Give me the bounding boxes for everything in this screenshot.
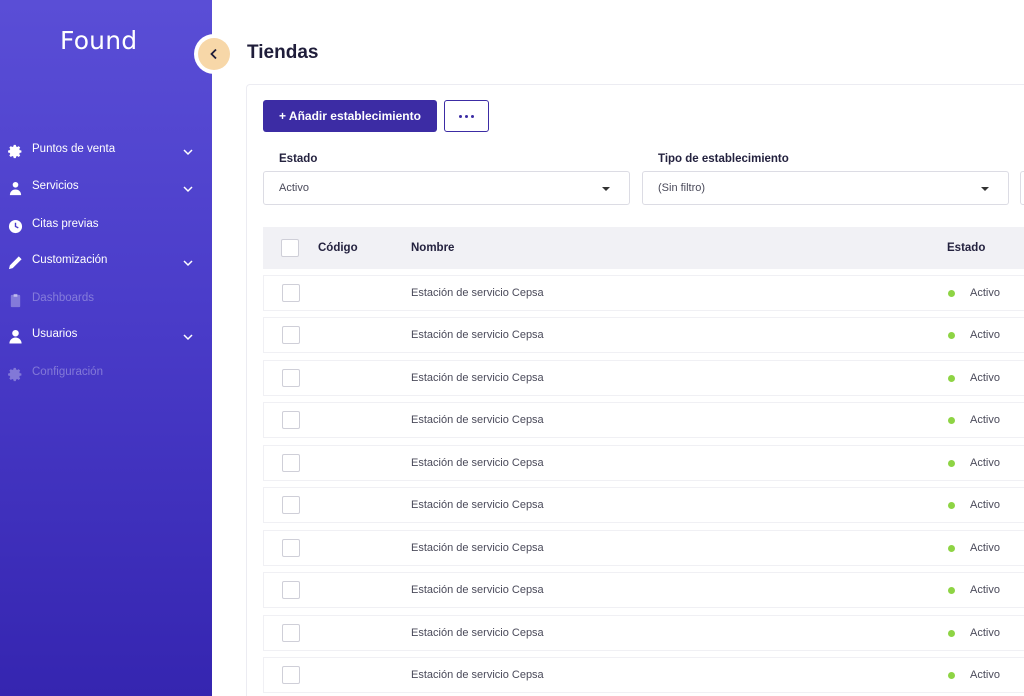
row-estado: Activo — [970, 329, 1000, 341]
person-service-icon — [7, 180, 23, 196]
sidebar-item-dashboards[interactable]: Dashboards — [0, 288, 212, 312]
table-row[interactable]: Estación de servicio Cepsa Activo — [263, 402, 1024, 438]
chevron-left-icon — [210, 48, 217, 60]
sidebar-item-label: Customización — [32, 254, 108, 266]
estado-select[interactable]: Activo — [263, 171, 630, 205]
sidebar-item-label: Puntos de venta — [32, 143, 116, 155]
row-estado: Activo — [970, 457, 1000, 469]
sidebar-item-servicios[interactable]: Servicios — [0, 176, 212, 200]
chevron-down-icon — [183, 186, 193, 193]
status-active-dot — [948, 417, 955, 424]
caret-down-icon — [981, 187, 989, 191]
row-estado: Activo — [970, 499, 1000, 511]
estado-filter-label: Estado — [279, 153, 318, 165]
row-nombre: Estación de servicio Cepsa — [411, 627, 544, 639]
row-checkbox[interactable] — [282, 454, 300, 472]
clock-icon — [7, 218, 23, 234]
row-nombre: Estación de servicio Cepsa — [411, 414, 544, 426]
row-checkbox[interactable] — [282, 284, 300, 302]
chevron-down-icon — [183, 260, 193, 267]
column-header-nombre: Nombre — [411, 242, 455, 254]
sidebar-item-customizacion[interactable]: Customización — [0, 250, 212, 274]
status-active-dot — [948, 630, 955, 637]
sidebar-item-puntos-de-venta[interactable]: Puntos de venta — [0, 139, 212, 163]
status-active-dot — [948, 332, 955, 339]
user-icon — [7, 328, 23, 344]
table-row[interactable]: Estación de servicio Cepsa Activo — [263, 530, 1024, 566]
sidebar-item-label: Usuarios — [32, 328, 78, 340]
sidebar-item-citas-previas[interactable]: Citas previas — [0, 214, 212, 238]
row-estado: Activo — [970, 287, 1000, 299]
sidebar-item-label: Citas previas — [32, 218, 99, 230]
column-header-codigo: Código — [318, 242, 358, 254]
tipo-select[interactable]: (Sin filtro) — [642, 171, 1009, 205]
more-options-button[interactable] — [444, 100, 489, 132]
row-estado: Activo — [970, 372, 1000, 384]
table-row[interactable]: Estación de servicio Cepsa Activo — [263, 572, 1024, 608]
status-active-dot — [948, 375, 955, 382]
row-nombre: Estación de servicio Cepsa — [411, 499, 544, 511]
extra-filter-select[interactable] — [1020, 171, 1024, 205]
status-active-dot — [948, 502, 955, 509]
status-active-dot — [948, 545, 955, 552]
status-active-dot — [948, 672, 955, 679]
row-nombre: Estación de servicio Cepsa — [411, 584, 544, 596]
pencil-icon — [7, 254, 23, 270]
table-header: Código Nombre Estado — [263, 227, 1024, 269]
table-row[interactable]: Estación de servicio Cepsa Activo — [263, 487, 1024, 523]
row-nombre: Estación de servicio Cepsa — [411, 287, 544, 299]
sidebar-item-configuracion[interactable]: Configuración — [0, 362, 212, 386]
row-checkbox[interactable] — [282, 369, 300, 387]
caret-down-icon — [602, 187, 610, 191]
select-all-checkbox[interactable] — [281, 239, 299, 257]
row-checkbox[interactable] — [282, 581, 300, 599]
tipo-select-value: (Sin filtro) — [658, 182, 706, 194]
sidebar-item-label: Servicios — [32, 180, 79, 192]
row-estado: Activo — [970, 627, 1000, 639]
add-establishment-button[interactable]: + Añadir establecimiento — [263, 100, 437, 132]
brand-logo: Found — [60, 26, 138, 55]
table-row[interactable]: Estación de servicio Cepsa Activo — [263, 317, 1024, 353]
sidebar-item-label: Dashboards — [32, 292, 95, 304]
row-checkbox[interactable] — [282, 326, 300, 344]
status-active-dot — [948, 290, 955, 297]
row-nombre: Estación de servicio Cepsa — [411, 669, 544, 681]
row-checkbox[interactable] — [282, 496, 300, 514]
clipboard-icon — [7, 292, 23, 308]
sidebar: Found Puntos de venta Servicios Citas pr… — [0, 0, 212, 696]
more-dots-icon — [459, 114, 462, 118]
table-row[interactable]: Estación de servicio Cepsa Activo — [263, 275, 1024, 311]
row-nombre: Estación de servicio Cepsa — [411, 329, 544, 341]
collapse-sidebar-button[interactable] — [198, 38, 230, 70]
row-checkbox[interactable] — [282, 411, 300, 429]
gear-icon — [7, 366, 23, 382]
sidebar-item-label: Configuración — [32, 366, 103, 378]
status-active-dot — [948, 587, 955, 594]
table-row[interactable]: Estación de servicio Cepsa Activo — [263, 445, 1024, 481]
column-header-estado: Estado — [947, 242, 986, 254]
row-nombre: Estación de servicio Cepsa — [411, 372, 544, 384]
row-estado: Activo — [970, 669, 1000, 681]
chevron-down-icon — [183, 149, 193, 156]
table-row[interactable]: Estación de servicio Cepsa Activo — [263, 360, 1024, 396]
table-row[interactable]: Estación de servicio Cepsa Activo — [263, 615, 1024, 651]
status-active-dot — [948, 460, 955, 467]
sidebar-item-usuarios[interactable]: Usuarios — [0, 324, 212, 348]
gear-icon — [7, 143, 23, 159]
chevron-down-icon — [183, 334, 193, 341]
row-checkbox[interactable] — [282, 539, 300, 557]
tipo-filter-label: Tipo de establecimiento — [658, 153, 789, 165]
row-nombre: Estación de servicio Cepsa — [411, 457, 544, 469]
row-estado: Activo — [970, 414, 1000, 426]
row-nombre: Estación de servicio Cepsa — [411, 542, 544, 554]
row-estado: Activo — [970, 584, 1000, 596]
table-row[interactable]: Estación de servicio Cepsa Activo — [263, 657, 1024, 693]
row-estado: Activo — [970, 542, 1000, 554]
row-checkbox[interactable] — [282, 624, 300, 642]
estado-select-value: Activo — [279, 182, 309, 194]
page-title: Tiendas — [247, 42, 319, 63]
row-checkbox[interactable] — [282, 666, 300, 684]
